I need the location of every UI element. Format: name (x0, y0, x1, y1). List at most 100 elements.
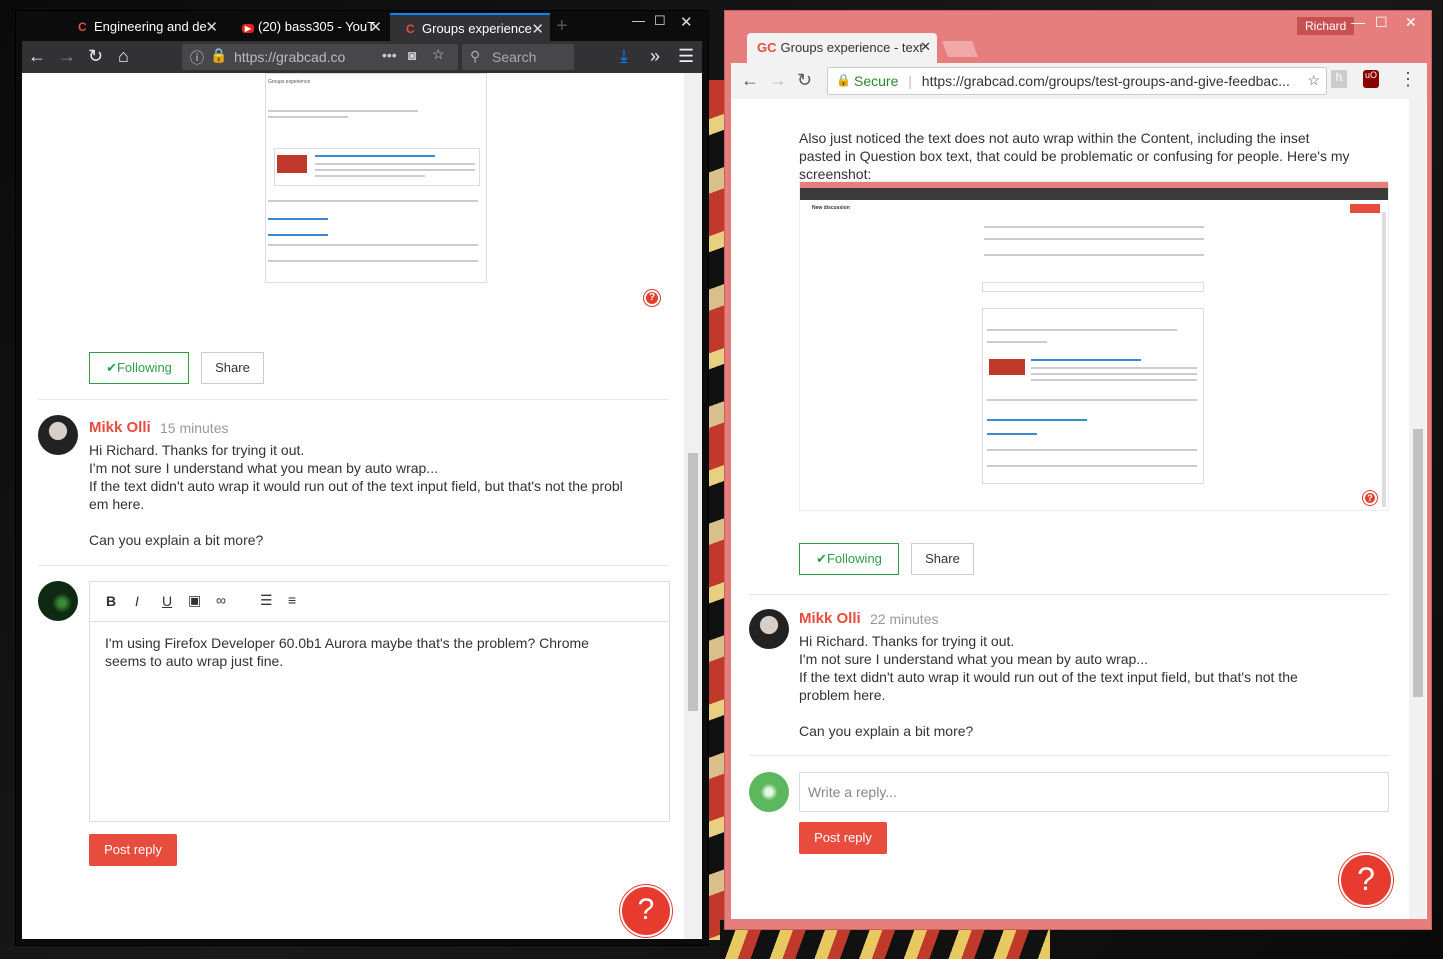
url-bar[interactable]: 🔒 Secure | https://grabcad.com/groups/te… (827, 67, 1327, 95)
bullet-list-icon[interactable]: ☰ (260, 592, 273, 609)
tab-label: Groups experience - text (780, 40, 923, 55)
post-body: Also just noticed the text does not auto… (799, 130, 1350, 182)
pocket-icon[interactable]: ◙ (408, 47, 416, 63)
page-actions-icon[interactable]: ••• (382, 47, 397, 63)
tab-strip: C Engineering and de ✕ ▶ (20) bass305 - You… (16, 11, 710, 41)
new-tab-icon[interactable]: + (556, 15, 568, 38)
close-window-icon[interactable]: ✕ (1405, 14, 1417, 31)
search-icon: ⚲ (470, 48, 481, 64)
new-tab-button[interactable] (942, 41, 978, 57)
search-placeholder: Search (492, 49, 537, 65)
grabcad-icon: GC (757, 40, 777, 55)
help-icon[interactable]: ? (620, 885, 672, 937)
profile-name[interactable]: Richard (1297, 17, 1355, 35)
following-button[interactable]: ✔Following (89, 352, 189, 384)
back-icon[interactable]: ← (741, 70, 759, 91)
minimize-icon[interactable]: — (1351, 14, 1365, 30)
scrollbar-thumb[interactable] (688, 453, 698, 711)
firefox-window: C Engineering and de ✕ ▶ (20) bass305 - You… (15, 10, 710, 946)
overflow-icon[interactable]: » (650, 46, 660, 67)
numbered-list-icon[interactable]: ≡ (288, 592, 296, 608)
avatar (749, 609, 789, 649)
post-reply-button[interactable]: Post reply (89, 834, 177, 866)
minimize-icon[interactable]: — (632, 13, 645, 28)
page-content: Also just noticed the text does not auto… (731, 99, 1427, 919)
reply-input[interactable]: Write a reply... (799, 772, 1389, 812)
title-bar: GC Groups experience - text ✕ Richard — ☐… (725, 11, 1433, 71)
my-avatar (749, 772, 789, 812)
image-icon[interactable]: ▣ (188, 592, 201, 609)
close-icon[interactable]: ✕ (369, 18, 382, 36)
reply-editor[interactable]: B I U ▣ ∞ ☰ ≡ I'm using Firefox Develope… (89, 581, 670, 822)
reload-icon[interactable]: ↻ (88, 46, 103, 67)
download-icon[interactable]: ⤓ (620, 46, 628, 67)
help-icon-small: ? (644, 290, 660, 306)
back-icon[interactable]: ← (28, 46, 46, 67)
comment-time: 22 minutes (870, 611, 939, 627)
tab-youtube[interactable]: ▶ (20) bass305 - YouT ✕ (226, 13, 388, 41)
post-reply-button[interactable]: Post reply (799, 822, 887, 854)
close-window-icon[interactable]: ✕ (680, 13, 693, 31)
grabcad-icon: C (406, 22, 415, 36)
tab-engineering[interactable]: C Engineering and de ✕ (62, 13, 224, 41)
embedded-card (274, 148, 480, 186)
bold-icon[interactable]: B (106, 593, 116, 609)
comment-body: Hi Richard. Thanks for trying it out. I'… (799, 633, 1298, 739)
menu-icon[interactable]: ⋮ (1399, 69, 1417, 90)
avatar (38, 415, 78, 455)
link-icon[interactable]: ∞ (216, 592, 226, 608)
underline-icon[interactable]: U (162, 593, 172, 609)
ublock-icon[interactable]: uO (1363, 70, 1379, 88)
italic-icon[interactable]: I (135, 593, 139, 609)
editor-toolbar: B I U ▣ ∞ ☰ ≡ (90, 582, 669, 622)
help-icon-small: ? (1363, 491, 1377, 505)
forward-icon[interactable]: → (58, 46, 76, 67)
secure-label: Secure (854, 73, 899, 89)
comment-body: Hi Richard. Thanks for trying it out. I'… (89, 442, 623, 548)
screenshot-content-box (982, 308, 1204, 484)
search-box[interactable]: ⚲ Search (462, 44, 574, 70)
lock-icon: 🔒 (836, 73, 851, 87)
following-button[interactable]: ✔Following (799, 543, 899, 575)
tab-label: Engineering and de (94, 19, 207, 34)
youtube-icon: ▶ (242, 24, 254, 33)
tab-label: Groups experience (422, 21, 532, 36)
my-avatar (38, 581, 78, 621)
screenshot-title: New discussion (812, 205, 850, 211)
share-button[interactable]: Share (911, 543, 974, 575)
editor-text[interactable]: I'm using Firefox Developer 60.0b1 Auror… (105, 634, 589, 670)
tab-label: (20) bass305 - YouT (258, 19, 376, 34)
nav-bar: ← → ↻ ⌂ ⓘ 🔒 https://grabcad.co ••• ◙ ☆ ⚲… (22, 41, 702, 73)
url-text: https://grabcad.com/groups/test-groups-a… (921, 73, 1290, 89)
share-button[interactable]: Share (201, 352, 264, 384)
tab-groups-experience[interactable]: C Groups experience ✕ (390, 13, 550, 41)
comment-author[interactable]: Mikk Olli (89, 419, 151, 436)
tab-groups-experience[interactable]: GC Groups experience - text ✕ (747, 33, 937, 63)
chrome-window: GC Groups experience - text ✕ Richard — ☐… (724, 10, 1432, 930)
comment-time: 15 minutes (160, 420, 229, 436)
url-bar[interactable]: ⓘ 🔒 https://grabcad.co ••• ◙ ☆ (182, 44, 458, 70)
grabcad-icon: C (78, 20, 87, 34)
close-icon[interactable]: ✕ (205, 18, 218, 36)
bookmark-star-icon[interactable]: ☆ (1307, 72, 1320, 89)
bookmark-star-icon[interactable]: ☆ (432, 46, 445, 63)
help-icon[interactable]: ? (1339, 853, 1393, 907)
embedded-screenshot: New discussion ? (799, 181, 1389, 511)
screenshot-caption: Groups experience (268, 79, 311, 85)
comment-author[interactable]: Mikk Olli (799, 610, 861, 627)
embedded-screenshot: Groups experience (265, 73, 487, 283)
maximize-icon[interactable]: ☐ (1375, 14, 1388, 31)
hypothesis-icon[interactable]: h (1331, 70, 1347, 88)
nav-bar: ← → ↻ 🔒 Secure | https://grabcad.com/gro… (731, 63, 1427, 99)
forward-icon[interactable]: → (769, 70, 787, 91)
info-icon[interactable]: ⓘ (190, 48, 204, 68)
url-text: https://grabcad.co (234, 49, 346, 65)
maximize-icon[interactable]: ☐ (654, 13, 666, 29)
close-icon[interactable]: ✕ (531, 20, 544, 38)
scrollbar-thumb[interactable] (1413, 429, 1423, 697)
home-icon[interactable]: ⌂ (118, 46, 129, 67)
menu-icon[interactable]: ☰ (678, 46, 694, 67)
reload-icon[interactable]: ↻ (797, 70, 812, 91)
close-icon[interactable]: ✕ (920, 39, 931, 55)
lock-icon: 🔒 (210, 47, 228, 63)
